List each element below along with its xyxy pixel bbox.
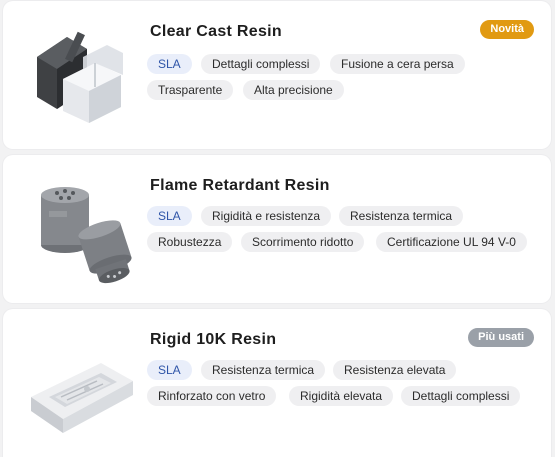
new-badge: Novità <box>480 20 534 39</box>
tag: Rigidità e resistenza <box>201 206 332 226</box>
popular-badge: Più usati <box>468 328 534 347</box>
tag: Dettagli complessi <box>201 54 321 74</box>
material-card-clear-cast[interactable]: Clear Cast Resin Novità SLA Dettagli com… <box>3 1 551 149</box>
material-card-rigid-10k[interactable]: Rigid 10K Resin Più usati SLA Resistenza… <box>3 309 551 457</box>
material-title[interactable]: Clear Cast Resin <box>150 23 282 41</box>
tag-technology: SLA <box>147 206 192 226</box>
tag: Resistenza termica <box>201 360 326 380</box>
tag-technology: SLA <box>147 360 192 380</box>
clear-cast-parts-image <box>37 31 123 123</box>
material-title[interactable]: Flame Retardant Resin <box>150 177 330 195</box>
material-card-flame-retardant[interactable]: Flame Retardant Resin SLA Rigidità e res… <box>3 155 551 303</box>
material-title[interactable]: Rigid 10K Resin <box>150 331 276 349</box>
tag: Rigidità elevata <box>289 386 394 406</box>
tag: Scorrimento ridotto <box>241 232 365 252</box>
tag: Fusione a cera persa <box>330 54 465 74</box>
tag: Robustezza <box>147 232 233 252</box>
tag: Trasparente <box>147 80 234 100</box>
tag: Dettagli complessi <box>401 386 521 406</box>
flame-retardant-parts-image <box>41 187 132 284</box>
tag: Resistenza elevata <box>333 360 457 380</box>
tag: Certificazione UL 94 V-0 <box>376 232 527 252</box>
tag: Alta precisione <box>243 80 344 100</box>
tag: Rinforzato con vetro <box>147 386 277 406</box>
tag: Resistenza termica <box>339 206 464 226</box>
tag-technology: SLA <box>147 54 192 74</box>
rigid-mold-part-image <box>31 363 133 433</box>
